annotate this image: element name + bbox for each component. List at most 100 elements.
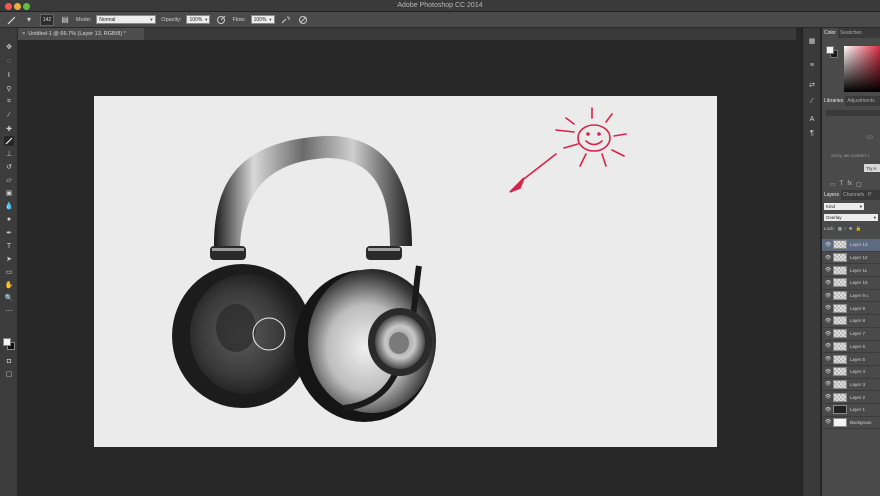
eraser-icon[interactable]: ▱ [4, 175, 14, 185]
visibility-eye-icon[interactable]: 👁 [825, 267, 831, 273]
color-foreground-swatch[interactable] [826, 46, 834, 54]
hand-icon[interactable]: ✋ [4, 280, 14, 290]
layer-row[interactable]: 👁 Backgroun [822, 417, 880, 430]
visibility-eye-icon[interactable]: 👁 [825, 343, 831, 349]
layer-row[interactable]: 👁 Layer 9 c [822, 290, 880, 303]
layer-row[interactable]: 👁 Layer 10 [822, 277, 880, 290]
layer-thumbnail [833, 405, 847, 415]
add-graphic-icon[interactable]: ▭ [830, 181, 836, 188]
tab-channels[interactable]: Channels [841, 192, 866, 198]
gradient-icon[interactable]: ▣ [4, 188, 14, 198]
path-select-icon[interactable]: ➤ [4, 254, 14, 264]
adjust-panel-icon[interactable]: ⇄ [807, 80, 817, 90]
type-icon[interactable]: T [4, 241, 14, 251]
brush-panel-icon[interactable]: ▤ [59, 14, 71, 25]
healing-icon[interactable]: ✚ [4, 124, 14, 134]
add-text-icon[interactable]: T [840, 181, 844, 187]
lasso-icon[interactable]: ℓ [4, 70, 14, 80]
layer-row[interactable]: 👁 Layer 1 [822, 404, 880, 417]
tab-layers[interactable]: Layers [822, 190, 842, 200]
tab-color[interactable]: Color [822, 28, 838, 38]
layer-row[interactable]: 👁 Layer 11 [822, 264, 880, 278]
visibility-eye-icon[interactable]: 👁 [825, 242, 831, 248]
pen-icon[interactable]: ✒ [4, 228, 14, 238]
lock-transparency-icon[interactable]: ▦ [838, 226, 842, 232]
quick-select-icon[interactable]: ⚲ [4, 84, 14, 94]
visibility-eye-icon[interactable]: 👁 [825, 407, 831, 413]
history-panel-icon[interactable]: ▦ [807, 36, 817, 46]
add-color-icon[interactable]: ▢ [856, 181, 862, 188]
add-style-icon[interactable]: fx [847, 181, 852, 187]
foreground-color-swatch[interactable] [3, 338, 11, 346]
library-dropdown[interactable] [826, 110, 880, 116]
screen-mode-icon[interactable]: ▢ [4, 369, 14, 379]
visibility-eye-icon[interactable]: 👁 [825, 394, 831, 400]
blur-icon[interactable]: 💧 [4, 201, 14, 211]
layer-row[interactable]: 👁 Layer 12 [822, 252, 880, 265]
brush-presets-icon[interactable]: ⁄ [807, 96, 817, 106]
color-picker-field[interactable] [844, 46, 880, 92]
opacity-field[interactable]: 100% ▼ [186, 15, 211, 24]
kind-filter-dropdown[interactable]: Kind ▾ [824, 203, 864, 210]
move-icon[interactable]: ✥ [4, 42, 14, 52]
visibility-eye-icon[interactable]: 👁 [825, 419, 831, 425]
visibility-eye-icon[interactable]: 👁 [825, 381, 831, 387]
airbrush-icon[interactable] [280, 14, 292, 25]
brush-icon[interactable] [4, 136, 14, 146]
visibility-eye-icon[interactable]: 👁 [825, 369, 831, 375]
chevron-down-icon: ▼ [149, 17, 154, 22]
visibility-eye-icon[interactable]: 👁 [825, 331, 831, 337]
blend-mode-dropdown[interactable]: Overlay ▾ [824, 214, 878, 221]
dodge-icon[interactable]: ● [4, 214, 14, 224]
layer-row[interactable]: 👁 Layer 5 [822, 353, 880, 366]
crop-icon[interactable]: ⌗ [4, 97, 14, 107]
visibility-eye-icon[interactable]: 👁 [825, 318, 831, 324]
properties-panel-icon[interactable]: ≡ [807, 60, 817, 70]
layer-thumbnail [833, 278, 847, 288]
layer-row[interactable]: 👁 Layer 3 [822, 379, 880, 392]
paragraph-panel-icon[interactable]: ¶ [807, 128, 817, 138]
visibility-eye-icon[interactable]: 👁 [825, 255, 831, 261]
chevron-down-icon[interactable]: ▾ [23, 14, 35, 25]
tab-adjustments[interactable]: Adjustments [845, 98, 877, 104]
visibility-eye-icon[interactable]: 👁 [825, 280, 831, 286]
zoom-icon[interactable]: 🔍 [4, 293, 14, 303]
visibility-eye-icon[interactable]: 👁 [825, 356, 831, 362]
brush-tool-preset-icon[interactable] [6, 14, 18, 25]
layer-row[interactable]: 👁 Layer 9 [822, 302, 880, 316]
close-tab-icon[interactable]: × [22, 31, 25, 37]
layer-name: Layer 12 [850, 255, 868, 261]
character-panel-icon[interactable]: A [807, 114, 817, 124]
visibility-eye-icon[interactable]: 👁 [825, 305, 831, 311]
document-tab[interactable]: × Untitled-1 @ 66.7% (Layer 13, RGB/8) * [18, 28, 144, 40]
shape-icon[interactable]: ▭ [4, 267, 14, 277]
try-again-button[interactable]: Try A [864, 164, 880, 172]
lock-all-icon[interactable]: 🔒 [856, 226, 862, 232]
tab-paths[interactable]: P [866, 192, 873, 198]
mode-dropdown[interactable]: Normal ▼ [96, 15, 157, 24]
layer-thumbnail [833, 253, 847, 263]
quick-mask-icon[interactable]: ◘ [4, 356, 14, 366]
tab-libraries[interactable]: Libraries [822, 96, 846, 106]
layer-row[interactable]: 👁 Layer 7 [822, 328, 880, 341]
tab-swatches[interactable]: Swatches [838, 30, 864, 36]
eyedropper-icon[interactable]: ⁄ [4, 110, 14, 120]
lock-position-icon[interactable]: ✥ [849, 226, 853, 232]
flow-field[interactable]: 100% ▼ [250, 15, 275, 24]
stamp-icon[interactable]: ⊥ [4, 149, 14, 159]
brush-size-picker[interactable]: 142 [40, 13, 54, 26]
document-canvas[interactable] [94, 96, 717, 447]
tool-options-icon[interactable]: ⋯ [4, 306, 14, 316]
layer-row[interactable]: 👁 Layer 4 [822, 366, 880, 379]
lock-pixels-icon[interactable]: ⁄ [845, 226, 846, 231]
layer-row[interactable]: 👁 Layer 2 [822, 391, 880, 404]
visibility-eye-icon[interactable]: 👁 [825, 293, 831, 299]
layer-row[interactable]: 👁 Layer 6 [822, 341, 880, 354]
marquee-icon[interactable]: ◌ [4, 56, 14, 66]
pressure-opacity-icon[interactable] [215, 14, 227, 25]
layer-row[interactable]: 👁 Layer 13 [822, 239, 880, 252]
pressure-size-icon[interactable] [297, 14, 309, 25]
history-brush-icon[interactable]: ↺ [4, 162, 14, 172]
layer-row[interactable]: 👁 Layer 8 [822, 315, 880, 328]
creative-cloud-icon: ∞ [866, 132, 874, 143]
